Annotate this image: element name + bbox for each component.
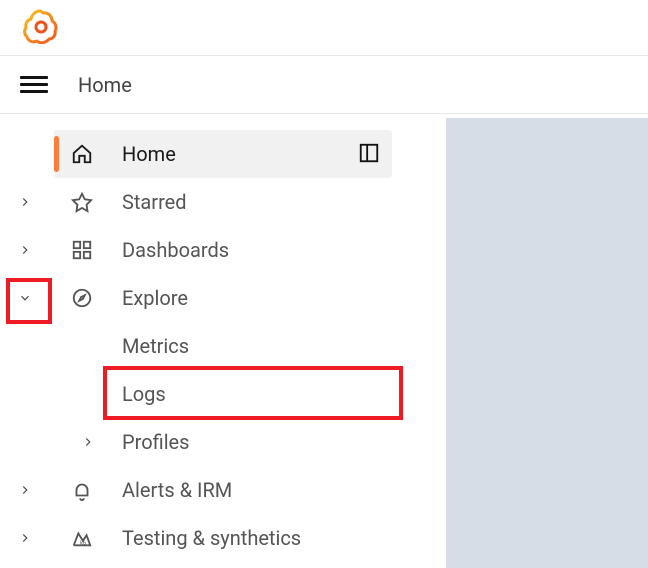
- sidebar-item-label: Logs: [122, 382, 166, 406]
- home-icon: [70, 142, 94, 166]
- sidebar-item-label: Profiles: [122, 430, 189, 454]
- menu-toggle-button[interactable]: [18, 69, 50, 101]
- sidebar-item-label: Alerts & IRM: [122, 478, 232, 502]
- sidebar-subitem-metrics[interactable]: Metrics: [0, 322, 440, 370]
- active-indicator: [54, 136, 59, 172]
- sidebar-item-label: Dashboards: [122, 238, 229, 262]
- k6-icon: k6: [70, 526, 94, 550]
- sidebar-item-starred[interactable]: Starred: [0, 178, 440, 226]
- sidebar-item-label: Testing & synthetics: [122, 526, 301, 550]
- chevron-right-icon[interactable]: [80, 434, 96, 450]
- chevron-right-icon[interactable]: [17, 194, 33, 210]
- svg-text:k6: k6: [80, 540, 86, 546]
- chevron-right-icon[interactable]: [17, 242, 33, 258]
- sidebar-item-alerts[interactable]: Alerts & IRM: [0, 466, 440, 514]
- grid-icon: [70, 238, 94, 262]
- content-preview-panel: [446, 118, 648, 568]
- sidebar-item-label: Metrics: [122, 334, 189, 358]
- breadcrumb: Home: [0, 56, 648, 114]
- star-icon: [70, 190, 94, 214]
- chevron-down-icon[interactable]: [17, 290, 33, 306]
- sidebar-item-explore[interactable]: Explore: [0, 274, 440, 322]
- sidebar-subitem-logs[interactable]: Logs: [0, 370, 440, 418]
- sidebar-item-label: Starred: [122, 190, 187, 214]
- grafana-logo-icon: [22, 8, 58, 48]
- compass-icon: [70, 286, 94, 310]
- sidebar-item-dashboards[interactable]: Dashboards: [0, 226, 440, 274]
- chevron-right-icon[interactable]: [17, 530, 33, 546]
- sidebar-nav: Home Starred Dashboards Explore: [0, 114, 440, 562]
- sidebar-item-label: Explore: [122, 286, 188, 310]
- bell-icon: [70, 478, 94, 502]
- sidebar-item-testing[interactable]: k6 Testing & synthetics: [0, 514, 440, 562]
- sidebar-item-label: Home: [122, 142, 176, 166]
- chevron-right-icon[interactable]: [17, 482, 33, 498]
- sidebar-subitem-profiles[interactable]: Profiles: [0, 418, 440, 466]
- breadcrumb-title[interactable]: Home: [78, 73, 132, 97]
- dock-panel-icon[interactable]: [358, 142, 382, 166]
- sidebar-item-home[interactable]: Home: [54, 130, 392, 178]
